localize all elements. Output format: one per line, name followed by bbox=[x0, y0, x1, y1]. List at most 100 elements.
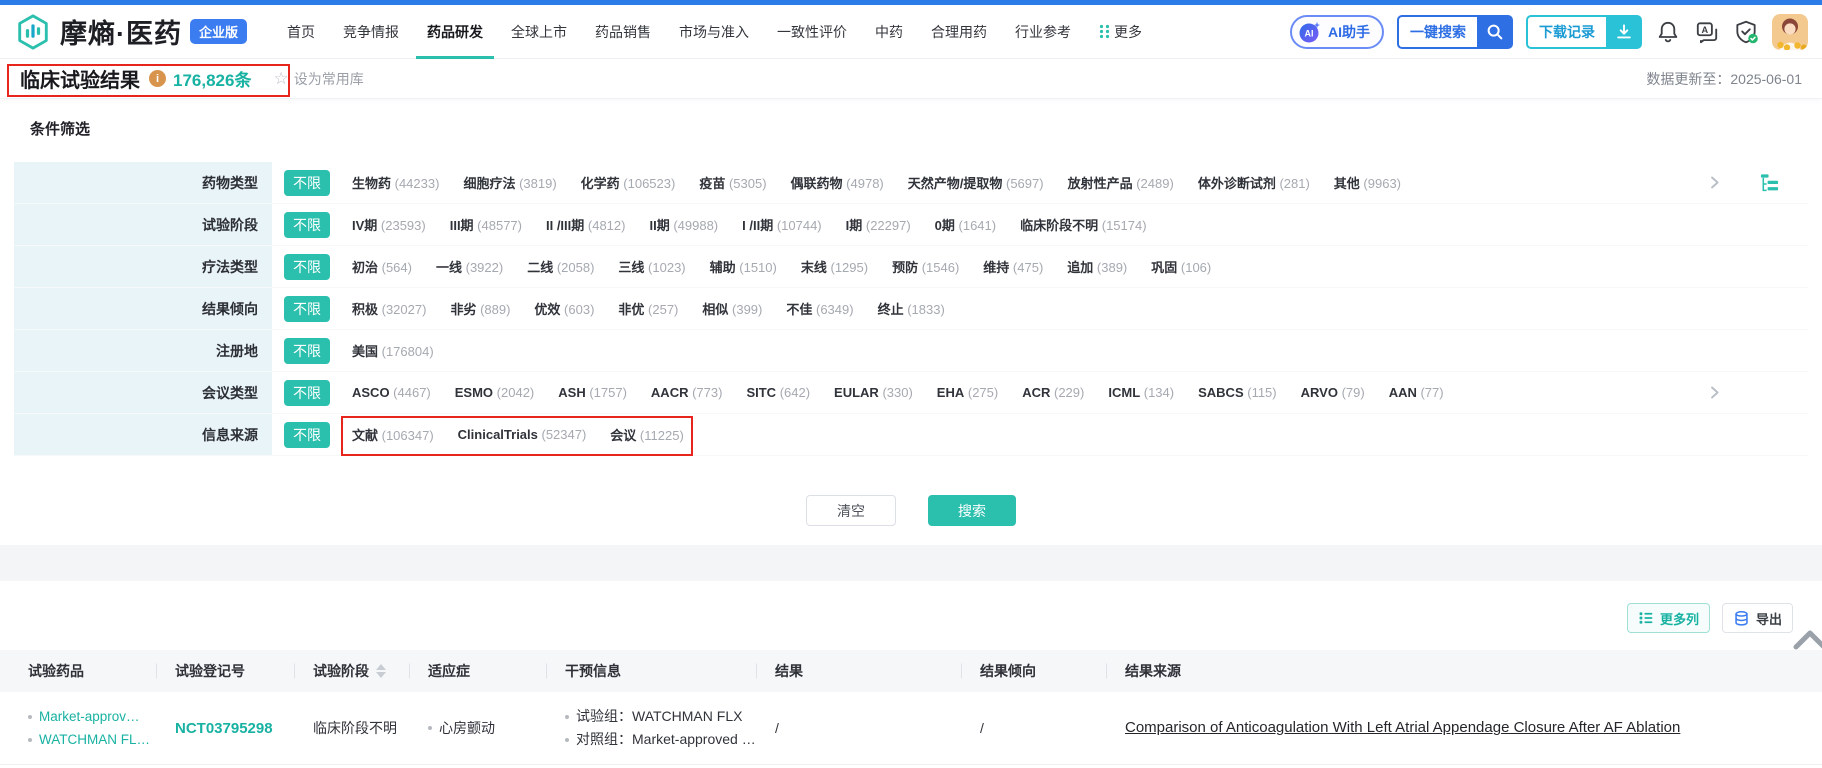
filter-option[interactable]: 非劣 (889) bbox=[450, 299, 510, 318]
column-header[interactable]: 试验阶段 bbox=[313, 661, 428, 681]
filter-option[interactable]: 优效 (603) bbox=[534, 299, 594, 318]
info-icon[interactable]: i bbox=[149, 70, 166, 87]
filter-option[interactable]: 预防 (1546) bbox=[892, 257, 959, 276]
filter-option[interactable]: 放射性产品 (2489) bbox=[1068, 173, 1174, 192]
nav-item[interactable]: 行业参考 bbox=[1001, 5, 1085, 59]
filter-option[interactable]: 生物药 (44233) bbox=[352, 173, 439, 192]
filter-option[interactable]: I期 (22297) bbox=[846, 215, 911, 234]
filter-option[interactable]: 其他 (9963) bbox=[1334, 173, 1401, 192]
filter-option[interactable]: ACR (229) bbox=[1022, 385, 1084, 400]
ai-assistant-button[interactable]: AI AI助手 bbox=[1290, 15, 1384, 49]
filter-option[interactable]: ARVO (79) bbox=[1301, 385, 1365, 400]
filter-option[interactable]: 文献 (106347) bbox=[352, 425, 434, 444]
nav-item[interactable]: 市场与准入 bbox=[665, 5, 763, 59]
filter-option[interactable]: 不佳 (6349) bbox=[786, 299, 853, 318]
hierarchy-icon[interactable] bbox=[1759, 172, 1780, 193]
edition-badge: 企业版 bbox=[190, 19, 247, 44]
filter-option[interactable]: SITC (642) bbox=[746, 385, 810, 400]
registration-no-link[interactable]: NCT03795298 bbox=[175, 720, 273, 737]
filter-option[interactable]: ICML (134) bbox=[1108, 385, 1174, 400]
filter-option[interactable]: 美国 (176804) bbox=[352, 341, 434, 360]
quick-search-button[interactable]: 一键搜索 bbox=[1397, 15, 1513, 49]
filter-any-button[interactable]: 不限 bbox=[284, 254, 330, 280]
filter-option[interactable]: ESMO (2042) bbox=[455, 385, 535, 400]
filter-option[interactable]: II期 (49988) bbox=[649, 215, 718, 234]
nav-item[interactable]: 药品销售 bbox=[581, 5, 665, 59]
sort-caret-icon[interactable] bbox=[376, 664, 386, 678]
filter-option[interactable]: 积极 (32027) bbox=[352, 299, 426, 318]
filter-option[interactable]: EHA (275) bbox=[937, 385, 998, 400]
drug-link[interactable]: Market-approv… bbox=[39, 705, 140, 728]
chevron-right-icon[interactable] bbox=[1707, 385, 1722, 400]
filter-option[interactable]: 0期 (1641) bbox=[935, 215, 996, 234]
notification-bell-icon[interactable] bbox=[1655, 19, 1681, 45]
filter-option[interactable]: 偶联药物 (4978) bbox=[791, 173, 884, 192]
filter-option[interactable]: ASH (1757) bbox=[558, 385, 627, 400]
filter-option[interactable]: 体外诊断试剂 (281) bbox=[1198, 173, 1310, 192]
search-button[interactable]: 搜索 bbox=[928, 495, 1016, 526]
filter-option[interactable]: ASCO (4467) bbox=[352, 385, 431, 400]
filter-option[interactable]: II /III期 (4812) bbox=[546, 215, 626, 234]
filter-any-button[interactable]: 不限 bbox=[284, 212, 330, 238]
filter-option[interactable]: ClinicalTrials (52347) bbox=[458, 427, 587, 442]
filter-option[interactable]: 追加 (389) bbox=[1067, 257, 1127, 276]
filter-option[interactable]: 细胞疗法 (3819) bbox=[463, 173, 556, 192]
filter-option[interactable]: I /II期 (10744) bbox=[742, 215, 821, 234]
security-shield-icon[interactable] bbox=[1733, 19, 1759, 45]
user-avatar[interactable] bbox=[1772, 14, 1808, 50]
filter-option[interactable]: 三线 (1023) bbox=[618, 257, 685, 276]
filter-option[interactable]: 维持 (475) bbox=[983, 257, 1043, 276]
taxonomy-expand-icon[interactable] bbox=[1759, 172, 1780, 198]
filter-option[interactable]: 终止 (1833) bbox=[878, 299, 945, 318]
nav-item[interactable]: 全球上市 bbox=[497, 5, 581, 59]
filter-option[interactable]: 一线 (3922) bbox=[436, 257, 503, 276]
nav-item[interactable]: 一致性评价 bbox=[763, 5, 861, 59]
filter-option[interactable]: 疫苗 (5305) bbox=[699, 173, 766, 192]
export-button[interactable]: 导出 bbox=[1722, 603, 1793, 633]
source-article-link[interactable]: Comparison of Anticoagulation With Left … bbox=[1125, 717, 1817, 739]
table-row[interactable]: Market-approv… WATCHMAN FL… NCT03795298 … bbox=[0, 692, 1822, 765]
chevron-right-icon[interactable] bbox=[1707, 175, 1722, 190]
filter-option[interactable]: 会议 (11225) bbox=[610, 425, 683, 444]
more-columns-button[interactable]: 更多列 bbox=[1627, 603, 1710, 633]
feedback-translate-icon[interactable]: A bbox=[1694, 19, 1720, 45]
filter-any-button[interactable]: 不限 bbox=[284, 422, 330, 448]
drug-link[interactable]: WATCHMAN FL… bbox=[39, 728, 150, 751]
download-log-button[interactable]: 下载记录 bbox=[1526, 15, 1642, 49]
ai-assistant-label: AI助手 bbox=[1328, 22, 1370, 42]
filter-option[interactable]: 化学药 (106523) bbox=[581, 173, 676, 192]
filter-row-options: 不限 积极 (32027) 非劣 (889) 优效 (603) 非优 (257) 相似 (… bbox=[272, 288, 1808, 329]
filter-option[interactable]: AAN (77) bbox=[1389, 385, 1444, 400]
app-header: 摩熵·医药 企业版 首页竞争情报药品研发全球上市药品销售市场与准入一致性评价中药… bbox=[0, 5, 1822, 59]
filter-option[interactable]: 辅助 (1510) bbox=[710, 257, 777, 276]
filter-any-button[interactable]: 不限 bbox=[284, 296, 330, 322]
options-overflow-arrow[interactable] bbox=[1707, 385, 1722, 405]
filter-option[interactable]: 相似 (399) bbox=[702, 299, 762, 318]
set-favorite-button[interactable]: ☆ 设为常用库 bbox=[273, 69, 363, 89]
nav-item[interactable]: 药品研发 bbox=[413, 5, 497, 59]
filter-option[interactable]: IV期 (23593) bbox=[352, 215, 426, 234]
cell-phase: 临床阶段不明 bbox=[313, 718, 428, 738]
filter-option[interactable]: EULAR (330) bbox=[834, 385, 913, 400]
filter-option[interactable]: 临床阶段不明 (15174) bbox=[1020, 215, 1146, 234]
filter-option[interactable]: 巩固 (106) bbox=[1151, 257, 1211, 276]
filter-option[interactable]: 非优 (257) bbox=[618, 299, 678, 318]
filter-option[interactable]: III期 (48577) bbox=[450, 215, 522, 234]
filter-any-button[interactable]: 不限 bbox=[284, 338, 330, 364]
brand-logo[interactable]: 摩熵·医药 企业版 bbox=[14, 12, 247, 51]
clear-button[interactable]: 清空 bbox=[806, 495, 896, 526]
filter-any-button[interactable]: 不限 bbox=[284, 380, 330, 406]
filter-option[interactable]: 天然产物/提取物 (5697) bbox=[908, 173, 1044, 192]
filter-option[interactable]: 末线 (1295) bbox=[801, 257, 868, 276]
nav-item[interactable]: 合理用药 bbox=[917, 5, 1001, 59]
nav-item[interactable]: 首页 bbox=[273, 5, 329, 59]
filter-option[interactable]: 初治 (564) bbox=[352, 257, 412, 276]
filter-option[interactable]: 二线 (2058) bbox=[527, 257, 594, 276]
filter-option[interactable]: AACR (773) bbox=[651, 385, 723, 400]
nav-item[interactable]: 竞争情报 bbox=[329, 5, 413, 59]
filter-any-button[interactable]: 不限 bbox=[284, 170, 330, 196]
nav-item[interactable]: 中药 bbox=[861, 5, 917, 59]
nav-item[interactable]: 更多 bbox=[1085, 5, 1156, 59]
options-overflow-arrow[interactable] bbox=[1707, 175, 1722, 195]
filter-option[interactable]: SABCS (115) bbox=[1198, 385, 1277, 400]
